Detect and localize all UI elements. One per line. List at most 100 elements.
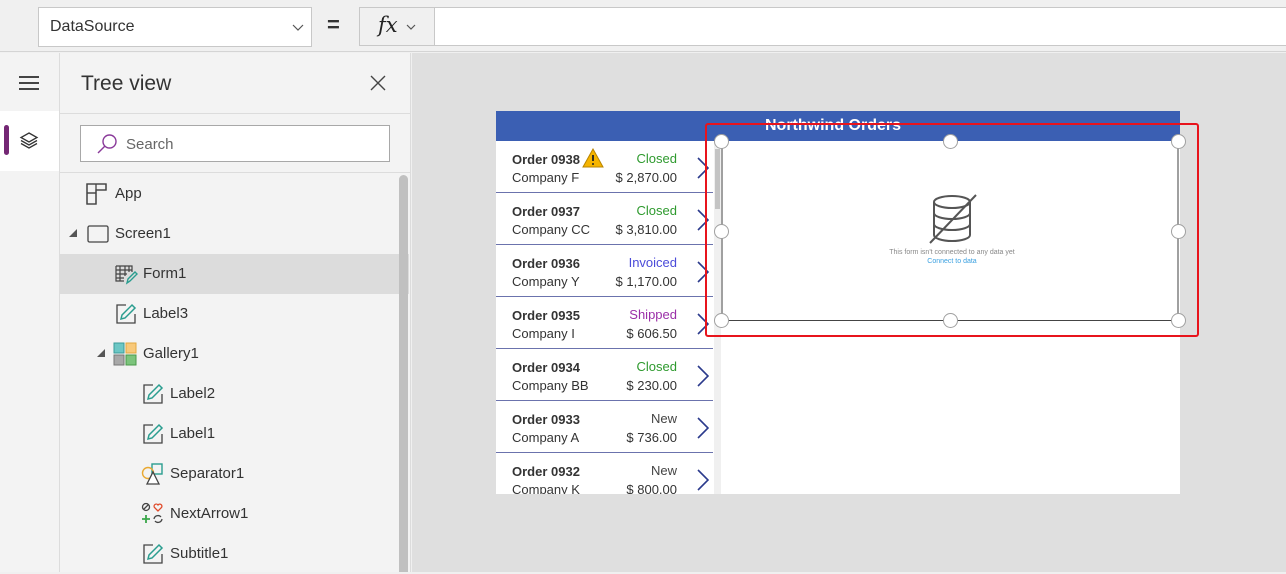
tree-node-gallery1[interactable]: Gallery1 [60, 334, 409, 374]
tree-node-nextarrow1[interactable]: NextArrow1 [60, 494, 409, 534]
expand-triangle-icon[interactable] [97, 349, 105, 357]
order-number: Order 0932 [512, 464, 580, 479]
app-header: Northwind Orders [496, 111, 1180, 141]
tree-node-label: Form1 [143, 265, 187, 282]
close-icon[interactable] [370, 75, 386, 91]
gallery-row[interactable]: Order 0934 Company BB Closed $ 230.00 [496, 349, 713, 401]
order-amount: $ 1,170.00 [615, 274, 677, 289]
tree-scrollbar[interactable] [399, 175, 408, 572]
order-status: Invoiced [628, 255, 677, 270]
label-icon [116, 303, 137, 324]
resize-handle-top[interactable] [943, 134, 958, 149]
order-status: Closed [636, 151, 677, 166]
tree-node-app[interactable]: App [60, 174, 409, 214]
chevron-down-icon [292, 24, 304, 31]
order-number: Order 0937 [512, 204, 580, 219]
screen-icon [87, 225, 109, 243]
order-number: Order 0933 [512, 412, 580, 427]
connect-to-data-link[interactable]: Connect to data [723, 258, 1181, 265]
order-status: New [650, 411, 677, 426]
order-status: Closed [636, 359, 677, 374]
resize-handle-top-right[interactable] [1171, 134, 1186, 149]
divider [60, 172, 410, 173]
resize-handle-bottom-right[interactable] [1171, 313, 1186, 328]
tree-node-form1[interactable]: Form1 [60, 254, 409, 294]
tree-node-label3[interactable]: Label3 [60, 294, 409, 334]
order-number: Order 0935 [512, 308, 580, 323]
tree-search-box[interactable] [80, 125, 390, 162]
fx-button[interactable]: fx [359, 7, 435, 46]
tree-node-label: NextArrow1 [170, 505, 249, 522]
orders-gallery[interactable]: Order 0938 Company F Closed $ 2,870.00 Order… [496, 141, 721, 494]
order-status: Closed [636, 203, 677, 218]
order-status: New [650, 463, 677, 478]
next-arrow-icon[interactable] [697, 469, 709, 491]
expand-triangle-icon[interactable] [69, 229, 77, 237]
tree-node-label: Label2 [170, 385, 216, 402]
next-arrow-icon[interactable] [697, 417, 709, 439]
divider [60, 113, 410, 114]
tree-node-label2[interactable]: Label2 [60, 374, 409, 414]
tree-node-label: Label1 [170, 425, 216, 442]
layers-icon [19, 132, 39, 149]
warning-icon[interactable] [582, 148, 604, 168]
resize-handle-bottom-left[interactable] [714, 313, 729, 328]
fx-icon: fx [378, 13, 398, 37]
next-arrow-icon[interactable] [697, 365, 709, 387]
next-arrow-icon[interactable] [697, 261, 709, 283]
property-dropdown[interactable]: DataSource [38, 7, 312, 47]
equals-sign: = [327, 12, 340, 37]
form-icon [115, 265, 138, 285]
next-arrow-icon[interactable] [697, 209, 709, 231]
company-name: Company Y [512, 274, 580, 289]
gallery-row[interactable]: Order 0936 Company Y Invoiced $ 1,170.00 [496, 245, 713, 297]
tree-node-label1[interactable]: Label1 [60, 414, 409, 454]
gallery-row[interactable]: Order 0935 Company I Shipped $ 606.50 [496, 297, 713, 349]
app-title: Northwind Orders [765, 117, 902, 134]
rail-item-tree-view[interactable] [0, 111, 59, 171]
formula-input[interactable] [434, 7, 1286, 46]
order-amount: $ 800.00 [626, 482, 677, 494]
hamburger-icon[interactable] [19, 76, 39, 90]
app-icon [86, 183, 107, 205]
company-name: Company I [512, 326, 575, 341]
order-amount: $ 736.00 [626, 430, 677, 445]
company-name: Company K [512, 482, 580, 494]
company-name: Company BB [512, 378, 589, 393]
tree-node-screen1[interactable]: Screen1 [60, 214, 409, 254]
order-number: Order 0934 [512, 360, 580, 375]
search-icon [97, 134, 117, 154]
search-input[interactable] [126, 133, 376, 155]
next-arrow-icon[interactable] [697, 313, 709, 335]
tree-node-subtitle1[interactable]: Subtitle1 [60, 534, 409, 574]
company-name: Company F [512, 170, 580, 185]
order-amount: $ 230.00 [626, 378, 677, 393]
resize-handle-right[interactable] [1171, 224, 1186, 239]
shapes-icon [141, 463, 163, 485]
gallery-row[interactable]: Order 0937 Company CC Closed $ 3,810.00 [496, 193, 713, 245]
order-amount: $ 3,810.00 [615, 222, 677, 237]
order-amount: $ 2,870.00 [615, 170, 677, 185]
next-arrow-icon[interactable] [697, 157, 709, 179]
tree-node-separator1[interactable]: Separator1 [60, 454, 409, 494]
panel-title: Tree view [81, 72, 172, 95]
gallery-row[interactable]: Order 0938 Company F Closed $ 2,870.00 [496, 141, 713, 193]
active-indicator [4, 125, 9, 155]
form-empty-message: This form isn't connected to any data ye… [889, 249, 1015, 256]
tree-node-label: Subtitle1 [170, 545, 229, 562]
gallery-icon [113, 342, 137, 366]
gallery-scroll-thumb[interactable] [715, 149, 720, 209]
resize-handle-bottom[interactable] [943, 313, 958, 328]
tree-view-panel: Tree view App Screen1 [60, 53, 411, 572]
order-amount: $ 606.50 [626, 326, 677, 341]
resize-handle-left[interactable] [714, 224, 729, 239]
form1[interactable]: This form isn't connected to any data ye… [721, 141, 1179, 321]
order-status: Shipped [629, 307, 677, 322]
gallery-row[interactable]: Order 0932 Company K New $ 800.00 [496, 453, 713, 494]
gallery-row[interactable]: Order 0933 Company A New $ 736.00 [496, 401, 713, 453]
resize-handle-top-left[interactable] [714, 134, 729, 149]
left-rail [0, 53, 60, 572]
formula-bar: DataSource = fx [0, 0, 1286, 52]
property-value: DataSource [50, 18, 135, 35]
tree-node-label: Separator1 [170, 465, 245, 482]
